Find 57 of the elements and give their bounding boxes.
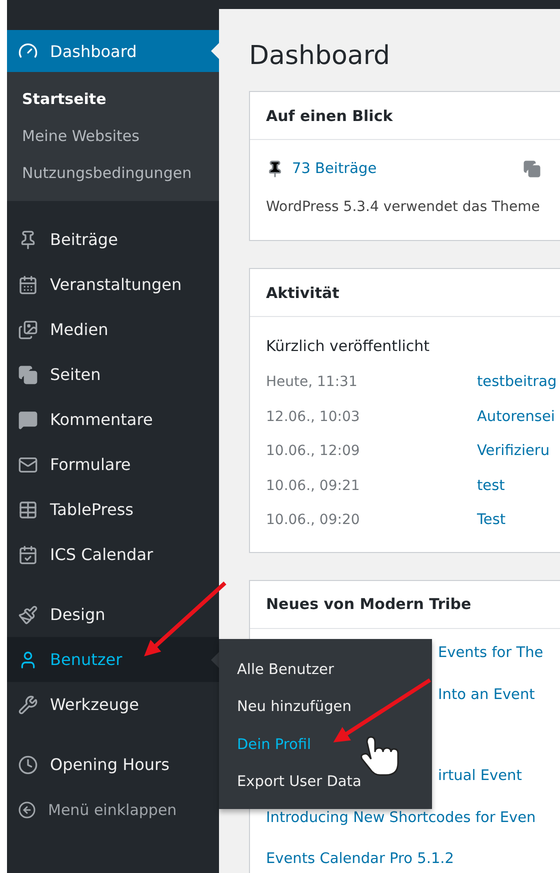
table-icon: [18, 500, 38, 520]
paintbrush-icon: [18, 604, 38, 624]
post-date: 10.06., 12:09: [266, 443, 361, 460]
menu-item[interactable]: Werkzeuge: [7, 682, 219, 727]
pages-icon: [18, 364, 38, 384]
pin-icon: [266, 160, 284, 178]
wrench-icon: [18, 694, 38, 714]
menu-item[interactable]: Beiträge: [7, 217, 219, 262]
posts-link[interactable]: 73 Beiträge: [292, 161, 377, 177]
flyout-item[interactable]: Alle Benutzer: [219, 651, 432, 688]
menu-item[interactable]: TablePress: [7, 487, 219, 532]
menu-item[interactable]: Medien: [7, 307, 219, 352]
menu-item[interactable]: Veranstaltungen: [7, 262, 219, 307]
menu-item[interactable]: Menü einklappen: [7, 787, 219, 832]
post-link[interactable]: test: [477, 478, 505, 494]
section-subtitle: Kürzlich veröffentlicht: [266, 336, 431, 357]
post-date: 12.06., 10:03: [266, 408, 361, 425]
flyout-item[interactable]: Dein Profil: [219, 726, 432, 764]
menu-item[interactable]: Seiten: [7, 352, 219, 397]
hand-cursor-icon: [360, 736, 399, 776]
media-icon: [18, 320, 38, 340]
post-link[interactable]: Verifizieru: [477, 443, 550, 460]
calendar-icon: [18, 274, 38, 294]
widget-title: Neues von Modern Tribe: [250, 580, 560, 628]
post-link[interactable]: Autorensei: [477, 408, 555, 425]
flyout-item[interactable]: Export User Data: [219, 764, 432, 801]
post-link[interactable]: Test: [477, 512, 506, 528]
news-link[interactable]: Events for The: [438, 645, 544, 662]
version-text: WordPress 5.3.4 verwendet das Theme: [266, 199, 540, 215]
menu-item[interactable]: ICS Calendar: [7, 532, 219, 577]
post-date: 10.06., 09:20: [266, 512, 361, 528]
flyout-item[interactable]: Neu hinzufügen: [219, 688, 432, 726]
menu-item[interactable]: Design: [7, 592, 219, 637]
menu-item[interactable]: Dashboard: [7, 30, 219, 72]
menu-item[interactable]: Opening Hours: [7, 742, 219, 787]
news-link[interactable]: irtual Event: [438, 768, 522, 784]
post-link[interactable]: testbeitrag: [477, 374, 557, 390]
mail-icon: [18, 454, 38, 474]
calendar-icon: [18, 544, 38, 564]
widget-title: Aktivität: [250, 269, 560, 317]
comment-icon: [18, 410, 38, 430]
news-link[interactable]: Events Calendar Pro 5.1.2: [266, 851, 454, 868]
page-title: Dashboard: [249, 41, 392, 71]
news-link[interactable]: Introducing New Shortcodes for Even: [266, 810, 536, 826]
post-date: Heute, 11:31: [266, 374, 358, 390]
menu-item[interactable]: Formulare: [7, 442, 219, 487]
submenu-item[interactable]: Meine Websites: [7, 117, 219, 154]
post-date: 10.06., 09:21: [266, 478, 361, 494]
menu-item[interactable]: Benutzer: [7, 637, 219, 682]
submenu-item[interactable]: Startseite: [7, 80, 219, 117]
clock-icon: [18, 754, 38, 774]
widget-title: Auf einen Blick: [250, 92, 560, 140]
collapse-icon: [18, 800, 36, 818]
news-link[interactable]: Into an Event: [438, 686, 535, 703]
menu-item[interactable]: Kommentare: [7, 397, 219, 442]
submenu-item[interactable]: Nutzungsbedingungen: [7, 154, 219, 191]
pages-icon: [522, 160, 541, 178]
